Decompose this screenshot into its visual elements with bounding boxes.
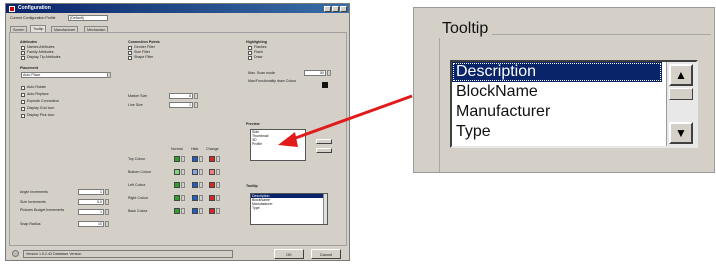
scroll-down-icon[interactable]: ▼ <box>669 122 693 144</box>
scroll-thumb[interactable] <box>669 88 693 100</box>
tooltip-legend: Tooltip <box>438 20 493 38</box>
arrow-head <box>278 132 298 147</box>
list-item-blockname[interactable]: BlockName <box>452 82 662 102</box>
scroll-up-icon[interactable]: ▲ <box>669 64 693 86</box>
list-item-manufacturer[interactable]: Manufacturer <box>452 102 662 122</box>
listbox-scrollbar[interactable]: ▲ ▼ <box>666 62 696 146</box>
arrow-line <box>289 94 413 142</box>
list-item-type[interactable]: Type <box>452 122 662 142</box>
list-item-description[interactable]: Description <box>452 62 662 82</box>
tooltip-listbox[interactable]: Description BlockName Manufacturer Type … <box>450 60 698 148</box>
